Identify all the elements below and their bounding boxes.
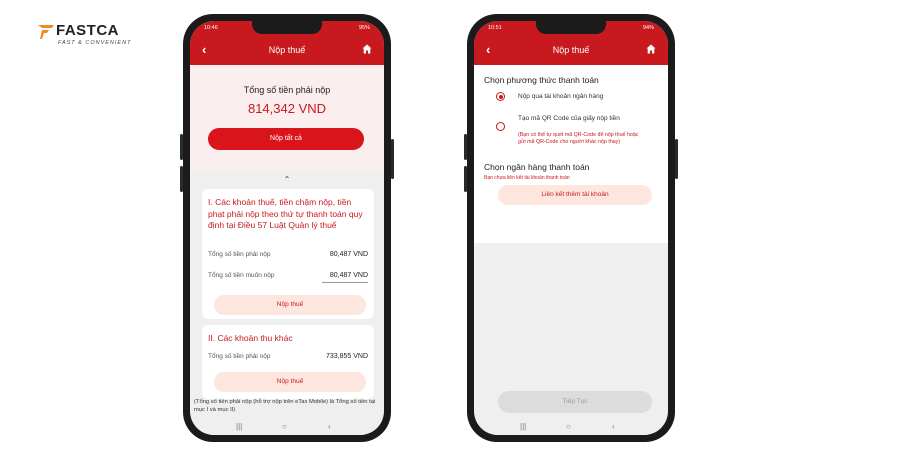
back-nav-icon[interactable]: ‹ bbox=[612, 422, 615, 431]
collapse-chevron-icon[interactable]: ⌃ bbox=[190, 175, 384, 184]
tax-section-card: I. Các khoản thuế, tiền chậm nộp, tiền p… bbox=[202, 189, 374, 319]
home-nav-icon[interactable]: ○ bbox=[566, 422, 571, 431]
qr-code-option-label[interactable]: Tạo mã QR Code của giấy nộp tiền bbox=[518, 115, 636, 123]
home-nav-icon[interactable]: ○ bbox=[282, 422, 287, 431]
home-icon[interactable] bbox=[646, 44, 656, 54]
total-label: Tổng số tiền phải nộp bbox=[243, 85, 331, 95]
amount-due-value: 80,487 VND bbox=[329, 251, 368, 258]
total-amount: 814,342 VND bbox=[247, 101, 327, 116]
fastca-logo-mark-icon bbox=[38, 25, 54, 39]
other-revenues-card: II. Các khoản thu khác Tổng số tiền phải… bbox=[202, 325, 374, 399]
pay-all-button[interactable]: Nộp tất cả bbox=[208, 128, 364, 150]
method-heading: Chọn phương thức thanh toán bbox=[484, 75, 599, 85]
home-icon[interactable] bbox=[362, 44, 372, 54]
amount-to-pay-input[interactable]: 80,487 VND bbox=[330, 272, 368, 279]
payment-method-section: Chọn phương thức thanh toán Nộp qua tài … bbox=[474, 65, 668, 243]
section-heading: I. Các khoản thuế, tiền chậm nộp, tiền p… bbox=[208, 197, 363, 230]
phone-payment-method: 10:51 94% ‹ Nộp thuế Chọn phương thức th… bbox=[464, 14, 678, 442]
link-account-button[interactable]: Liên kết thêm tài khoản bbox=[498, 185, 652, 205]
page-title: Nộp thuế bbox=[552, 45, 590, 55]
qr-code-radio[interactable] bbox=[496, 122, 505, 131]
amount-due-label: Tổng số tiền phải nộp bbox=[208, 251, 271, 258]
camera-notch bbox=[252, 21, 322, 34]
amount-due-label: Tổng số tiền phải nộp bbox=[208, 353, 271, 360]
section-heading: II. Các khoản thu khác bbox=[208, 333, 293, 343]
bank-account-option-label[interactable]: Nộp qua tài khoản ngân hàng bbox=[518, 93, 648, 101]
phone2-screen: 10:51 94% ‹ Nộp thuế Chọn phương thức th… bbox=[474, 21, 668, 435]
amount-due-row: Tổng số tiền phải nộp 733,855 VND bbox=[208, 353, 368, 360]
status-time: 10:51 bbox=[488, 25, 502, 31]
bank-heading: Chọn ngân hàng thanh toán bbox=[484, 162, 590, 172]
bank-account-radio[interactable] bbox=[496, 92, 505, 101]
android-nav-bar: ||| ○ ‹ bbox=[190, 419, 384, 435]
amount-due-row: Tổng số tiền phải nộp 80,487 VND bbox=[208, 251, 368, 258]
amount-due-value: 733,855 VND bbox=[325, 353, 368, 360]
phone-tax-payment: 10:46 95% ‹ Nộp thuế Tổng số tiền phải n… bbox=[180, 14, 394, 442]
page-title: Nộp thuế bbox=[268, 45, 306, 55]
phone1-screen: 10:46 95% ‹ Nộp thuế Tổng số tiền phải n… bbox=[190, 21, 384, 435]
battery-status: 95% bbox=[358, 25, 370, 31]
status-time: 10:46 bbox=[204, 25, 218, 31]
footnote: (Tổng số tiền phải nộp (hỗ trợ nộp trên … bbox=[194, 399, 376, 413]
pay-tax-button[interactable]: Nộp thuế bbox=[214, 372, 366, 392]
no-linked-account-note: Bạn chưa liên kết tài khoản thanh toán bbox=[484, 175, 570, 181]
qr-code-option-hint: (Bạn có thể tự quét mã QR-Code để nộp th… bbox=[518, 132, 639, 145]
amount-to-pay-row: Tổng số tiền muốn nộp 80,487 VND bbox=[208, 272, 368, 283]
amount-to-pay-label: Tổng số tiền muốn nộp bbox=[208, 272, 275, 279]
camera-notch bbox=[536, 21, 606, 34]
total-summary: Tổng số tiền phải nộp 814,342 VND Nộp tấ… bbox=[190, 65, 384, 171]
android-nav-bar: ||| ○ ‹ bbox=[474, 419, 668, 435]
input-underline bbox=[322, 282, 368, 283]
logo-tagline: FAST & CONVENIENT bbox=[58, 40, 132, 46]
fastca-logo: FASTCA FAST & CONVENIENT bbox=[36, 22, 146, 52]
battery-status: 94% bbox=[642, 25, 654, 31]
recent-apps-icon[interactable]: ||| bbox=[520, 422, 526, 431]
app-bar: ‹ Nộp thuế bbox=[474, 35, 668, 65]
recent-apps-icon[interactable]: ||| bbox=[236, 422, 242, 431]
logo-text: FASTCA bbox=[56, 22, 119, 39]
pay-tax-button[interactable]: Nộp thuế bbox=[214, 295, 366, 315]
app-bar: ‹ Nộp thuế bbox=[190, 35, 384, 65]
continue-button[interactable]: Tiếp Tục bbox=[498, 391, 652, 413]
back-nav-icon[interactable]: ‹ bbox=[328, 422, 331, 431]
